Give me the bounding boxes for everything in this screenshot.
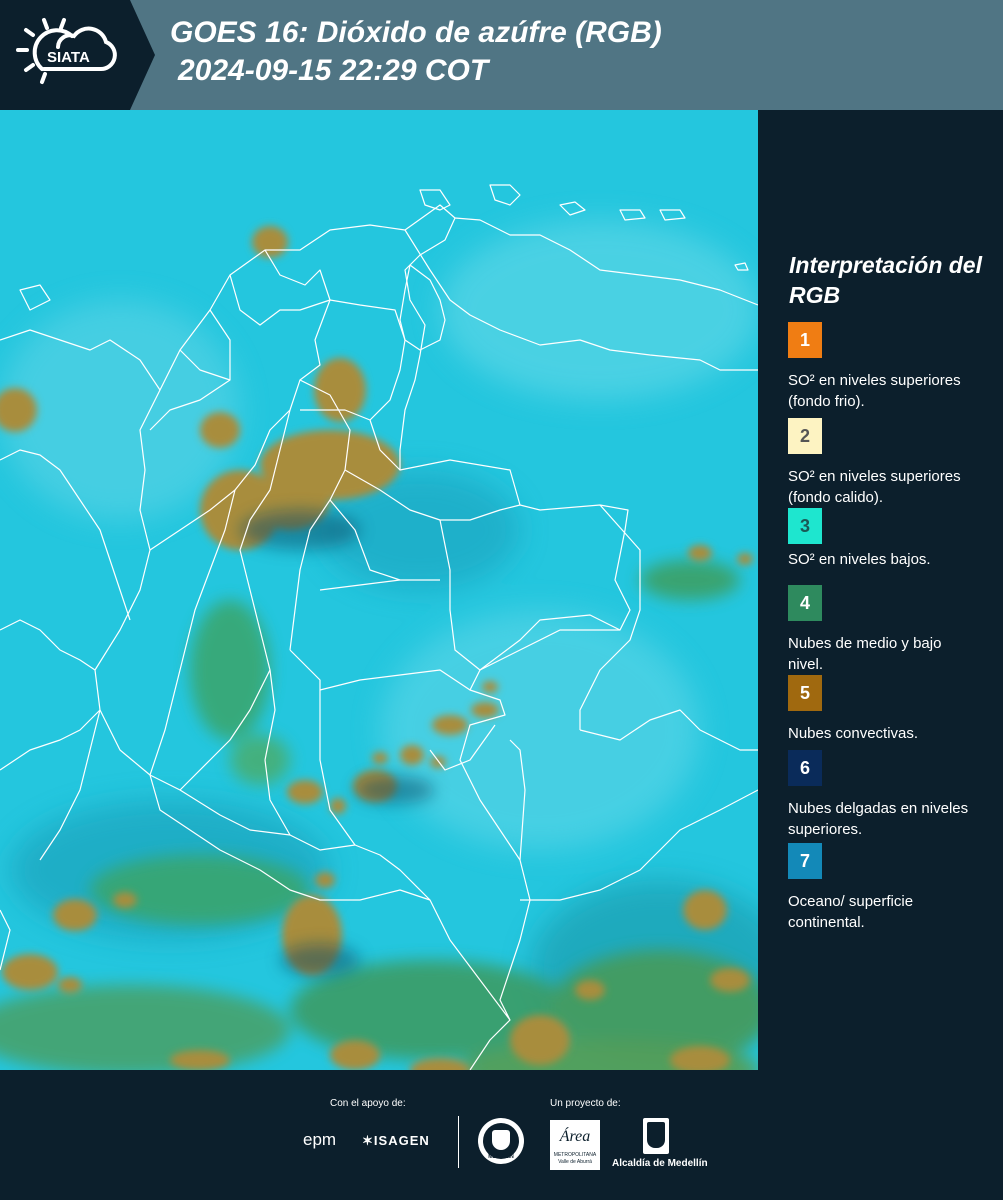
legend-swatch-6: 6: [788, 750, 822, 786]
alcaldia-shield-icon: [643, 1118, 669, 1154]
legend-item-1: 1 SO² en niveles superiores (fondo frio)…: [788, 322, 988, 412]
legend-label-5: Nubes convectivas.: [788, 725, 919, 742]
support-label: Con el apoyo de:: [330, 1098, 406, 1109]
legend-label-3: SO² en niveles bajos.: [788, 551, 931, 568]
page-title: GOES 16: Dióxido de azúfre (RGB) 2024-09…: [170, 14, 662, 90]
legend-label-6: Nubes delgadas en niveles superiores.: [788, 800, 969, 838]
title-line-2: 2024-09-15 22:29 COT: [178, 54, 489, 87]
legend-swatch-3: 3: [788, 508, 822, 544]
logo-arrow: [130, 0, 155, 110]
legend-label-7: Oceano/ superficie continental.: [788, 893, 914, 931]
siata-logo: SIATA: [0, 0, 130, 110]
project-label: Un proyecto de:: [550, 1098, 621, 1109]
legend-label-2: SO² en niveles superiores (fondo calido)…: [788, 468, 961, 506]
isagen-logo: ✶ISAGEN: [362, 1133, 430, 1148]
epm-logo: epm: [303, 1130, 337, 1149]
legend-item-3: 3 SO² en niveles bajos.: [788, 508, 988, 570]
legend-item-5: 5 Nubes convectivas.: [788, 675, 988, 744]
legend-title: Interpretación del RGB: [789, 252, 982, 308]
legend-swatch-4: 4: [788, 585, 822, 621]
header-bar: SIATA GOES 16: Dióxido de azúfre (RGB) 2…: [0, 0, 1003, 110]
legend-swatch-7: 7: [788, 843, 822, 879]
legend-label-1: SO² en niveles superiores (fondo frio).: [788, 372, 961, 410]
legend-item-6: 6 Nubes delgadas en niveles superiores.: [788, 750, 988, 840]
legend-label-4: Nubes de medio y bajo nivel.: [788, 635, 942, 673]
footer-divider: [458, 1116, 459, 1168]
sun-cloud-icon: SIATA: [16, 18, 117, 84]
legend-swatch-5: 5: [788, 675, 822, 711]
satellite-image: [0, 110, 758, 1070]
legend-panel: Interpretación del RGB 1 SO² en niveles …: [758, 110, 1003, 1070]
footer: Con el apoyo de: Un proyecto de: epm ✶IS…: [0, 1070, 1003, 1200]
isagen-icon: ✶: [362, 1133, 374, 1148]
legend-swatch-2: 2: [788, 418, 822, 454]
medellin-seal: MEDELLÍN: [478, 1118, 524, 1164]
logo-text: SIATA: [47, 49, 90, 66]
legend-item-4: 4 Nubes de medio y bajo nivel.: [788, 585, 988, 675]
title-line-1: GOES 16: Dióxido de azúfre (RGB): [170, 16, 662, 49]
alcaldia-label: Alcaldía de Medellín: [612, 1158, 708, 1169]
area-metropolitana-logo: Área METROPOLITANA Valle de Aburrá: [550, 1120, 600, 1170]
legend-item-7: 7 Oceano/ superficie continental.: [788, 843, 988, 933]
legend-item-2: 2 SO² en niveles superiores (fondo calid…: [788, 418, 988, 508]
satellite-map: [0, 110, 758, 1070]
legend-swatch-1: 1: [788, 322, 822, 358]
